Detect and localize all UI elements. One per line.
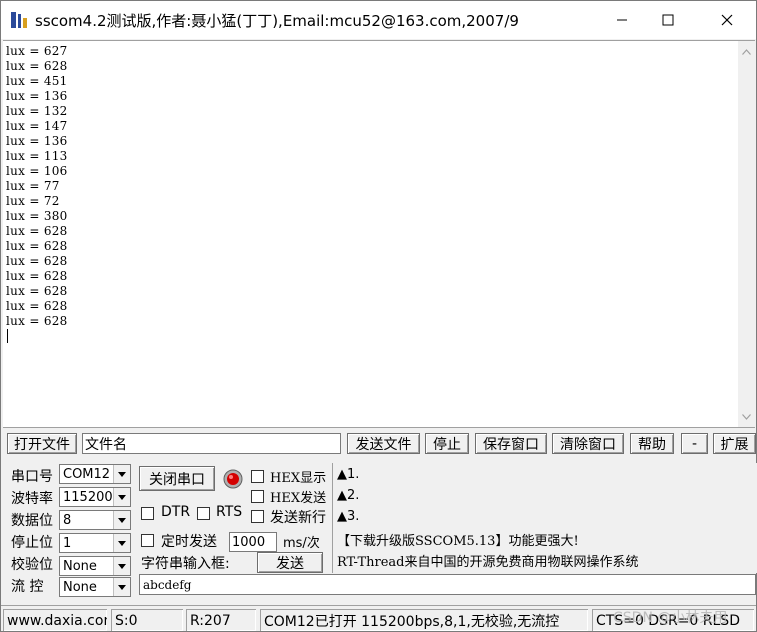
close-icon [721,14,733,26]
output-line: lux = 628 [6,299,68,313]
send-text-input[interactable]: abcdefg [139,574,756,595]
stopbits-label: 停止位 [11,535,53,551]
status-sent-count: S:0 [111,609,183,631]
port-label: 串口号 [11,469,53,485]
output-line: lux = 451 [6,74,68,88]
window-title: sscom4.2测试版,作者:聂小猛(丁丁),Email:mcu52@163.c… [35,12,519,30]
info-line-1[interactable]: ▲1. [337,467,359,482]
vertical-scrollbar[interactable] [738,41,755,427]
close-port-button[interactable]: 关闭串口 [139,466,215,491]
output-line: lux = 628 [6,269,68,283]
sscom-window: sscom4.2测试版,作者:聂小猛(丁丁),Email:mcu52@163.c… [0,0,757,632]
flow-select[interactable]: None [59,577,131,597]
rtthread-link[interactable]: RT-Thread来自中国的开源免费商用物联网操作系统 [337,551,639,570]
interval-input[interactable]: 1000 [229,532,277,552]
filename-field[interactable]: 文件名 [82,433,341,454]
chevron-down-icon[interactable] [113,578,130,596]
minimize-icon [617,19,627,21]
send-newline-label: 发送新行 [270,510,326,526]
databits-select[interactable]: 8 [59,510,131,530]
clear-window-button[interactable]: 清除窗口 [552,433,624,454]
send-file-button[interactable]: 发送文件 [347,433,420,454]
stop-button[interactable]: 停止 [425,433,469,454]
output-line: lux = 106 [6,164,68,178]
output-line: lux = 627 [6,44,68,58]
output-line: lux = 628 [6,239,68,253]
watermark: CSDN @小林夫用 [613,610,728,626]
hex-display-label: HEX显示 [270,471,327,486]
receive-text: lux = 627 lux = 628 lux = 451 lux = 136 lux … [6,44,68,329]
info-line-3[interactable]: ▲3. [337,509,359,524]
baud-select[interactable]: 115200 [59,487,131,507]
status-port-info: COM12已打开 115200bps,8,1,无校验,无流控 [260,609,588,631]
send-newline-checkbox[interactable] [251,510,264,523]
scroll-down-icon[interactable] [738,408,755,425]
string-input-label: 字符串输入框: [141,556,230,572]
output-line: lux = 136 [6,89,68,103]
output-line: lux = 147 [6,119,68,133]
port-indicator-icon [223,469,243,489]
dtr-label: DTR [161,504,191,520]
hex-send-label: HEX发送 [270,491,327,506]
receive-output[interactable]: lux = 627 lux = 628 lux = 451 lux = 136 lux … [3,40,755,428]
title-bar: sscom4.2测试版,作者:聂小猛(丁丁),Email:mcu52@163.c… [1,1,756,39]
timed-send-label: 定时发送 [161,534,217,550]
output-line: lux = 628 [6,284,68,298]
chevron-down-icon[interactable] [113,488,130,506]
maximize-icon [662,14,674,26]
info-line-2[interactable]: ▲2. [337,488,359,503]
parity-select[interactable]: None [59,556,131,576]
hex-display-checkbox[interactable] [251,470,264,483]
flow-label: 流 控 [11,579,44,595]
stopbits-value: 1 [63,535,72,551]
rts-checkbox[interactable] [197,507,210,520]
output-line: lux = 380 [6,209,68,223]
baud-value: 115200 [63,489,113,505]
save-window-button[interactable]: 保存窗口 [475,433,547,454]
close-button[interactable] [704,1,750,39]
upgrade-link[interactable]: 【下载升级版SSCOM5.13】功能更强大! [337,530,579,549]
output-line: lux = 132 [6,104,68,118]
rts-label: RTS [216,504,243,520]
maximize-button[interactable] [645,1,691,39]
output-line: lux = 628 [6,314,68,328]
output-line: lux = 628 [6,254,68,268]
scroll-up-icon[interactable] [738,43,755,60]
expand-button[interactable]: 扩展 [713,433,756,454]
dtr-checkbox[interactable] [141,507,154,520]
minimize-button[interactable] [599,1,645,39]
hex-send-checkbox[interactable] [251,490,264,503]
baud-label: 波特率 [11,491,53,507]
output-line: lux = 72 [6,194,60,208]
output-line: lux = 136 [6,134,68,148]
output-line: lux = 113 [6,149,68,163]
info-panel: ▲1. ▲2. ▲3. 【下载升级版SSCOM5.13】功能更强大! RT-Th… [332,463,757,573]
parity-value: None [63,558,97,574]
chevron-down-icon[interactable] [113,534,130,552]
app-icon [11,12,27,28]
port-select[interactable]: COM12 [59,464,131,484]
status-received-count: R:207 [186,609,256,631]
text-caret [7,329,8,343]
chevron-down-icon[interactable] [113,465,130,483]
status-website[interactable]: www.daxia.com [3,609,107,631]
interval-unit: ms/次 [283,536,320,551]
flow-value: None [63,579,97,595]
minus-button[interactable]: - [681,433,708,454]
send-button[interactable]: 发送 [257,552,323,573]
output-line: lux = 628 [6,224,68,238]
timed-send-checkbox[interactable] [141,534,154,547]
open-file-button[interactable]: 打开文件 [7,433,77,454]
help-button[interactable]: 帮助 [630,433,674,454]
chevron-down-icon[interactable] [113,511,130,529]
parity-label: 校验位 [11,557,53,573]
stopbits-select[interactable]: 1 [59,533,131,553]
databits-value: 8 [63,512,72,528]
output-line: lux = 628 [6,59,68,73]
databits-label: 数据位 [11,513,53,529]
chevron-down-icon[interactable] [113,557,130,575]
output-line: lux = 77 [6,179,60,193]
port-value: COM12 [63,466,111,482]
